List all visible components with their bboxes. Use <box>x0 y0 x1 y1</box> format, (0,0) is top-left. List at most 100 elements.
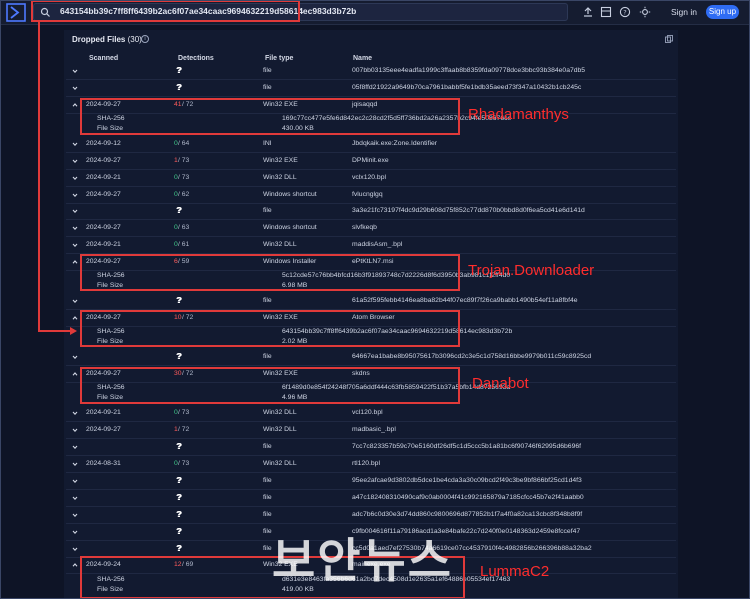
expand-chevron-icon[interactable] <box>72 175 78 181</box>
detection-unknown: ? <box>177 475 183 485</box>
file-type: Win32 DLL <box>263 241 297 248</box>
file-type: file <box>263 477 272 484</box>
dropped-file-row[interactable]: 2024-09-21 0 / 61 Win32 DLL maddisAsm_.bpl <box>66 237 676 254</box>
detection-unknown: ? <box>177 351 183 361</box>
sign-in-link[interactable]: Sign in <box>671 7 697 17</box>
file-name: 61a52f595febb4146ea8ba82b44f07ec89f7f26c… <box>352 297 578 304</box>
expand-chevron-icon[interactable] <box>72 410 78 416</box>
dropped-file-row[interactable]: ?? file 3a3e21fc73197f4dc9d29b608d75f852c7… <box>66 203 676 220</box>
dropped-file-row[interactable]: ?? file 05f8ffd21922a9649b70ca7961babbf5fe… <box>66 80 676 97</box>
file-name: 007bb03135eee4eadfa1999c3ffaab8b8359fda0… <box>352 67 586 74</box>
file-name: 95ee2afcae9d3802db5dce1be4cda3a30c09bcd2… <box>352 477 582 484</box>
malware-family-label: Trojan.Downloader <box>468 262 595 279</box>
annotation-arrow-line <box>38 330 72 332</box>
file-name: 7cc7c823357b59c70e5160df26df5c1d5ccc5b1a… <box>352 443 582 450</box>
svg-text:?: ? <box>623 8 626 16</box>
file-name: 64667ea1babe8b95075617b3096cd2c3e5c1d758… <box>352 353 592 360</box>
expand-chevron-icon[interactable] <box>72 68 78 74</box>
dropped-file-row[interactable]: 2024-09-27 1 / 72 Win32 DLL madbasic_.bpl <box>66 422 676 439</box>
dropped-file-row[interactable]: 2024-09-21 0 / 73 Win32 DLL vclx120.bpl <box>66 170 676 187</box>
annotation-highlight-box <box>80 367 460 404</box>
dropped-file-row[interactable]: 2024-09-27 0 / 62 Windows shortcut fvlucngl… <box>66 187 676 204</box>
file-name: madbasic_.bpl <box>352 426 396 433</box>
app-window: 643154bb39c7ff8ff6439b2ac6f07ae34caac969… <box>0 0 750 599</box>
expand-chevron-icon[interactable] <box>72 495 78 501</box>
dropped-file-row[interactable]: ?? file 64667ea1babe8b95075617b3096cd2c3e5… <box>66 349 676 366</box>
theme-icon[interactable] <box>639 6 651 18</box>
expand-chevron-icon[interactable] <box>72 158 78 164</box>
file-type: file <box>263 297 272 304</box>
file-type: Windows shortcut <box>263 191 317 198</box>
scanned-date: 2024-09-27 <box>86 157 121 164</box>
column-header-scanned[interactable]: Scanned <box>89 55 118 62</box>
collapse-chevron-icon[interactable] <box>72 562 78 568</box>
expand-chevron-icon[interactable] <box>72 512 78 518</box>
detection-total: / 73 <box>178 409 190 416</box>
file-type: Win32 EXE <box>263 157 298 164</box>
scanned-date: 2024-08-31 <box>86 460 121 467</box>
column-header-detections[interactable]: Detections <box>178 55 214 62</box>
expand-chevron-icon[interactable] <box>72 225 78 231</box>
dropped-file-row[interactable]: ?? file 61a52f595febb4146ea8ba82b44f07ec89… <box>66 293 676 310</box>
file-type: file <box>263 494 272 501</box>
virustotal-logo-icon[interactable] <box>6 3 26 22</box>
expand-chevron-icon[interactable] <box>72 208 78 214</box>
collapse-chevron-icon[interactable] <box>72 259 78 265</box>
dropped-file-row[interactable]: 2024-09-12 0 / 64 INI Jbdqkaik.exe:Zone.Ide… <box>66 136 676 153</box>
expand-chevron-icon[interactable] <box>72 478 78 484</box>
detection-unknown: ? <box>177 492 183 502</box>
expand-chevron-icon[interactable] <box>72 192 78 198</box>
expand-chevron-icon[interactable] <box>72 427 78 433</box>
copy-icon[interactable] <box>665 35 673 43</box>
expand-chevron-icon[interactable] <box>72 546 78 552</box>
collapse-chevron-icon[interactable] <box>72 371 78 377</box>
expand-chevron-icon[interactable] <box>72 141 78 147</box>
collapse-chevron-icon[interactable] <box>72 315 78 321</box>
dropped-file-row[interactable]: ?? file 95ee2afcae9d3802db5dce1be4cda3a30c… <box>66 473 676 490</box>
expand-chevron-icon[interactable] <box>72 461 78 467</box>
file-type: file <box>263 528 272 535</box>
expand-chevron-icon[interactable] <box>72 298 78 304</box>
file-name: vcl120.bpl <box>352 409 383 416</box>
file-type: file <box>263 353 272 360</box>
detection-total: / 61 <box>178 241 190 248</box>
expand-chevron-icon[interactable] <box>72 529 78 535</box>
dropped-file-row[interactable]: ?? file 7cc7c823357b59c70e5160df26df5c1d5c… <box>66 439 676 456</box>
scanned-date: 2024-09-21 <box>86 174 121 181</box>
file-name: 05f8ffd21922a9649b70ca7961babbf5fe1bdb35… <box>352 84 582 91</box>
scanned-date: 2024-09-27 <box>86 224 121 231</box>
dropped-file-row[interactable]: 2024-08-31 0 / 73 Win32 DLL rtl120.bpl <box>66 456 676 473</box>
annotation-highlight-box <box>80 98 460 135</box>
dropped-file-row[interactable]: 2024-09-27 0 / 63 Windows shortcut slvfkeqb <box>66 220 676 237</box>
file-type: Win32 DLL <box>263 426 297 433</box>
info-icon[interactable]: i <box>141 35 149 43</box>
annotation-arrow-line <box>38 20 40 332</box>
dropped-file-row[interactable]: 2024-09-27 1 / 73 Win32 EXE DPMinit.exe <box>66 153 676 170</box>
dropped-file-row[interactable]: ?? file 007bb03135eee4eadfa1999c3ffaab8b83… <box>66 63 676 80</box>
sign-up-button[interactable]: Sign up <box>706 5 739 19</box>
malware-family-label: Rhadamanthys <box>468 106 569 123</box>
expand-chevron-icon[interactable] <box>72 85 78 91</box>
watermark-logo: 보안뉴스 <box>272 534 453 589</box>
dropped-file-row[interactable]: 2024-09-21 0 / 73 Win32 DLL vcl120.bpl <box>66 405 676 422</box>
expand-chevron-icon[interactable] <box>72 354 78 360</box>
detection-total: / 62 <box>178 191 190 198</box>
help-icon[interactable]: ? <box>619 6 631 18</box>
dropped-file-row[interactable]: ?? file a47c182408310490caf9c0ab0004f41c99… <box>66 490 676 507</box>
column-header-file-type[interactable]: File type <box>265 55 293 62</box>
detection-total: / 73 <box>178 157 190 164</box>
file-name: adc7b6c0d30e3d74dd860c9800696d877852b1f7… <box>352 511 583 518</box>
collapse-chevron-icon[interactable] <box>72 102 78 108</box>
file-name: fvlucnglgq <box>352 191 383 198</box>
upload-icon[interactable] <box>582 6 594 18</box>
grid-icon[interactable] <box>600 6 612 18</box>
file-type: file <box>263 67 272 74</box>
malware-family-label: LummaC2 <box>480 563 550 580</box>
file-name: a47c182408310490caf9c0ab0004f41c99216587… <box>352 494 584 501</box>
file-name: DPMinit.exe <box>352 157 389 164</box>
detection-unknown: ? <box>177 526 183 536</box>
column-header-name[interactable]: Name <box>353 55 372 62</box>
expand-chevron-icon[interactable] <box>72 444 78 450</box>
expand-chevron-icon[interactable] <box>72 242 78 248</box>
detection-unknown: ? <box>177 509 183 519</box>
